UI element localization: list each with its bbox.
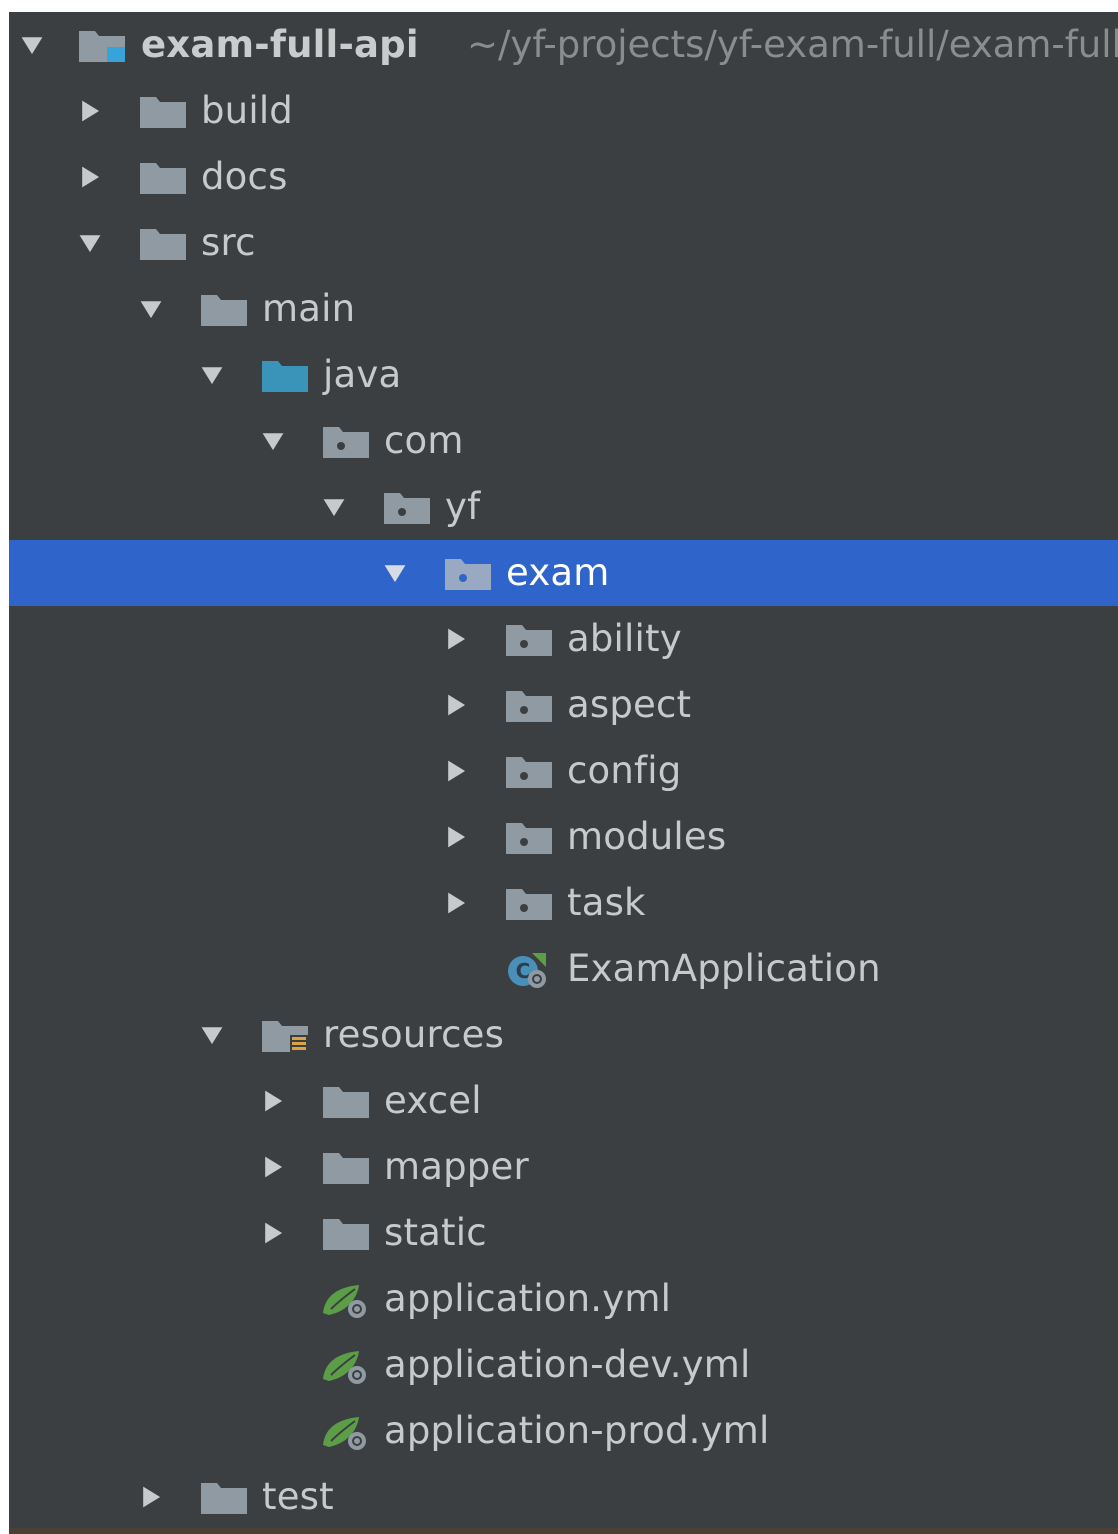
chevron-right-icon[interactable] [75,96,105,126]
chevron-down-icon[interactable] [17,30,47,60]
tree-label: test [262,1475,334,1518]
tree-row-static[interactable]: static [9,1200,1118,1266]
tree-row-exam-application[interactable]: C ExamApplication [9,936,1118,1002]
package-icon [504,883,554,923]
tree-row-yf[interactable]: yf [9,474,1118,540]
spring-yml-icon [321,1279,371,1319]
spring-yml-icon [321,1345,371,1385]
tree-row-src[interactable]: src [9,210,1118,276]
tree-row-aspect[interactable]: aspect [9,672,1118,738]
tree-label: mapper [384,1145,529,1188]
tree-row-mapper[interactable]: mapper [9,1134,1118,1200]
tree-row-build[interactable]: build [9,78,1118,144]
chevron-down-icon[interactable] [197,360,227,390]
tree-label: config [567,749,682,792]
chevron-down-icon[interactable] [319,492,349,522]
chevron-right-icon[interactable] [441,756,471,786]
tree-label: build [201,89,293,132]
tree-row-application-prod-yml[interactable]: application-prod.yml [9,1398,1118,1464]
tree-row-excel[interactable]: excel [9,1068,1118,1134]
package-icon [504,685,554,725]
folder-icon [138,223,188,263]
tree-row-java[interactable]: java [9,342,1118,408]
tree-row-com[interactable]: com [9,408,1118,474]
chevron-right-icon[interactable] [441,624,471,654]
tree-label: main [262,287,356,330]
module-folder-icon [77,25,127,65]
tree-label: exam [506,551,610,594]
folder-icon [321,1213,371,1253]
chevron-down-icon[interactable] [197,1020,227,1050]
tree-row-ability[interactable]: ability [9,606,1118,672]
tree-label: resources [323,1013,505,1056]
tree-row-resources[interactable]: resources [9,1002,1118,1068]
tree-row-task[interactable]: task [9,870,1118,936]
package-icon [321,421,371,461]
tree-label: modules [567,815,727,858]
chevron-right-icon[interactable] [258,1086,288,1116]
tree-row-exam[interactable]: exam [9,540,1118,606]
spring-yml-icon [321,1411,371,1451]
chevron-right-icon[interactable] [136,1482,166,1512]
chevron-down-icon[interactable] [380,558,410,588]
chevron-right-icon[interactable] [258,1152,288,1182]
tree-label: application-dev.yml [384,1343,751,1386]
tree-row-exam-full-api[interactable]: exam-full-api ~/yf-projects/yf-exam-full… [9,12,1118,78]
package-icon [382,487,432,527]
package-icon [443,553,493,593]
tree-row-modules[interactable]: modules [9,804,1118,870]
source-root-folder-icon [260,355,310,395]
chevron-right-icon[interactable] [441,822,471,852]
tree-label: exam-full-api [141,23,419,66]
package-icon [504,817,554,857]
tree-label: yf [445,485,481,528]
tree-label: ExamApplication [567,947,881,990]
module-path: ~/yf-projects/yf-exam-full/exam-full-api [467,23,1118,66]
tree-label: application-prod.yml [384,1409,770,1452]
resources-root-icon [260,1015,310,1055]
tree-label: excel [384,1079,482,1122]
project-tree: exam-full-api ~/yf-projects/yf-exam-full… [9,12,1118,1534]
tree-row-config[interactable]: config [9,738,1118,804]
chevron-down-icon[interactable] [136,294,166,324]
tree-label: task [567,881,646,924]
chevron-right-icon[interactable] [258,1218,288,1248]
chevron-right-icon[interactable] [441,888,471,918]
panel-bottom-edge [9,1528,1118,1534]
tree-label: src [201,221,256,264]
folder-icon [138,91,188,131]
chevron-right-icon[interactable] [441,690,471,720]
tree-label: aspect [567,683,692,726]
chevron-down-icon[interactable] [258,426,288,456]
tree-row-test[interactable]: test [9,1464,1118,1530]
folder-icon [321,1081,371,1121]
chevron-down-icon[interactable] [75,228,105,258]
folder-icon [199,1477,249,1517]
tree-row-application-yml[interactable]: application.yml [9,1266,1118,1332]
tree-label: com [384,419,464,462]
folder-icon [138,157,188,197]
package-icon [504,751,554,791]
tree-row-application-dev-yml[interactable]: application-dev.yml [9,1332,1118,1398]
tree-label: java [323,353,402,396]
tree-label: docs [201,155,288,198]
tree-row-main[interactable]: main [9,276,1118,342]
chevron-right-icon[interactable] [75,162,105,192]
tree-label: ability [567,617,682,660]
spring-boot-class-icon: C [504,949,554,989]
package-icon [504,619,554,659]
tree-label: static [384,1211,487,1254]
folder-icon [199,289,249,329]
folder-icon [321,1147,371,1187]
tree-label: application.yml [384,1277,672,1320]
tree-row-docs[interactable]: docs [9,144,1118,210]
